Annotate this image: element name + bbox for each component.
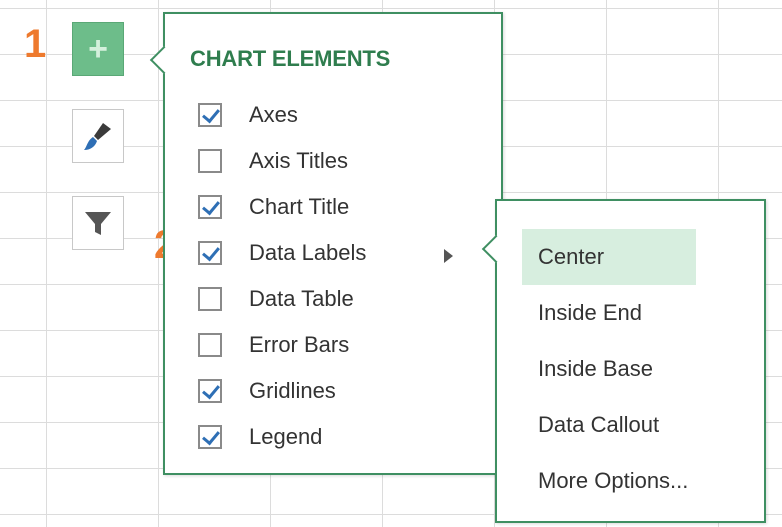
chart-elements-list: Axes Axis Titles Chart Title Data Labels Dat…: [198, 92, 366, 460]
data-labels-submenu: Center Inside End Inside Base Data Callout M…: [481, 199, 766, 523]
chart-element-data-table[interactable]: Data Table: [198, 276, 366, 322]
submenu-arrow-icon[interactable]: [444, 249, 453, 263]
panel-title: CHART ELEMENTS: [190, 46, 391, 71]
chart-element-chart-title[interactable]: Chart Title: [198, 184, 366, 230]
chart-elements-button[interactable]: +: [72, 22, 124, 76]
chart-element-gridlines[interactable]: Gridlines: [198, 368, 366, 414]
axes-checkbox[interactable]: [198, 103, 222, 127]
gridlines-checkbox[interactable]: [198, 379, 222, 403]
data-label-options-list: Center Inside End Inside Base Data Callout M…: [522, 229, 696, 509]
data-labels-label: Data Labels: [249, 240, 367, 265]
legend-label: Legend: [249, 424, 323, 449]
axis-titles-label: Axis Titles: [249, 148, 349, 173]
chart-elements-panel: CHART ELEMENTS Axes Axis Titles Chart Titl…: [149, 12, 503, 475]
chart-title-checkbox[interactable]: [198, 195, 222, 219]
chart-element-axis-titles[interactable]: Axis Titles: [198, 138, 366, 184]
menu-item-center[interactable]: Center: [522, 229, 696, 285]
menu-item-data-callout[interactable]: Data Callout: [522, 397, 696, 453]
data-labels-checkbox[interactable]: [198, 241, 222, 265]
chart-element-axes[interactable]: Axes: [198, 92, 366, 138]
paintbrush-icon: [84, 123, 111, 150]
chart-styles-button[interactable]: [72, 109, 124, 163]
chart-element-legend[interactable]: Legend: [198, 414, 366, 460]
step-1-label: 1: [24, 22, 47, 66]
plus-icon: +: [88, 30, 108, 68]
menu-item-inside-end[interactable]: Inside End: [522, 285, 696, 341]
chart-element-data-labels[interactable]: Data Labels: [198, 230, 366, 276]
chart-filters-button[interactable]: [72, 196, 124, 250]
gridlines-label: Gridlines: [249, 378, 336, 403]
data-table-checkbox[interactable]: [198, 287, 222, 311]
chart-element-error-bars[interactable]: Error Bars: [198, 322, 366, 368]
error-bars-label: Error Bars: [249, 332, 350, 357]
axis-titles-checkbox[interactable]: [198, 149, 222, 173]
funnel-icon: [85, 212, 111, 235]
chart-title-label: Chart Title: [249, 194, 350, 219]
data-table-label: Data Table: [249, 286, 354, 311]
legend-checkbox[interactable]: [198, 425, 222, 449]
axes-label: Axes: [249, 102, 298, 127]
menu-item-inside-base[interactable]: Inside Base: [522, 341, 696, 397]
menu-item-more-options[interactable]: More Options...: [522, 453, 696, 509]
error-bars-checkbox[interactable]: [198, 333, 222, 357]
